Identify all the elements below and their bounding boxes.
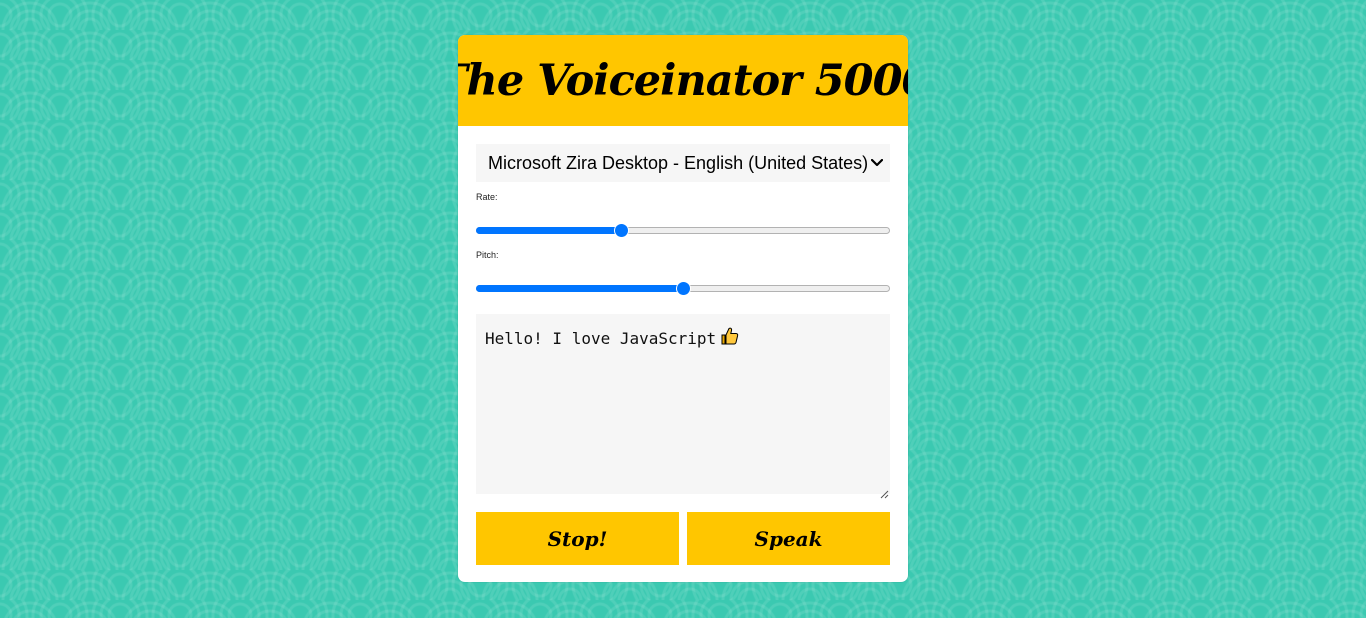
thumbs-up-icon bbox=[720, 326, 740, 350]
resize-grip-icon[interactable] bbox=[880, 484, 889, 499]
rate-slider-thumb[interactable] bbox=[613, 223, 629, 238]
stop-button[interactable]: Stop! bbox=[476, 512, 679, 565]
voice-select-value: Microsoft Zira Desktop - English (United… bbox=[488, 152, 868, 173]
pitch-label: Pitch: bbox=[476, 250, 499, 260]
pitch-slider[interactable] bbox=[476, 278, 890, 298]
rate-label: Rate: bbox=[476, 192, 498, 202]
voice-select[interactable]: Microsoft Zira Desktop - English (United… bbox=[476, 144, 890, 182]
voiceinator-card: The Voiceinator 5000 Microsoft Zira Desk… bbox=[458, 35, 908, 582]
controls: Microsoft Zira Desktop - English (United… bbox=[458, 126, 908, 565]
header: The Voiceinator 5000 bbox=[458, 35, 908, 126]
message-text: Hello! I love JavaScript bbox=[485, 329, 717, 348]
pitch-slider-thumb[interactable] bbox=[676, 281, 691, 296]
app-title: The Voiceinator 5000 bbox=[458, 55, 908, 106]
rate-slider[interactable] bbox=[476, 220, 890, 240]
chevron-down-icon bbox=[868, 159, 886, 167]
button-row: Stop! Speak bbox=[476, 512, 890, 565]
speak-button[interactable]: Speak bbox=[687, 512, 890, 565]
pitch-slider-fill bbox=[476, 285, 683, 292]
message-textarea[interactable]: Hello! I love JavaScript bbox=[476, 314, 890, 499]
rate-slider-fill bbox=[476, 227, 621, 234]
